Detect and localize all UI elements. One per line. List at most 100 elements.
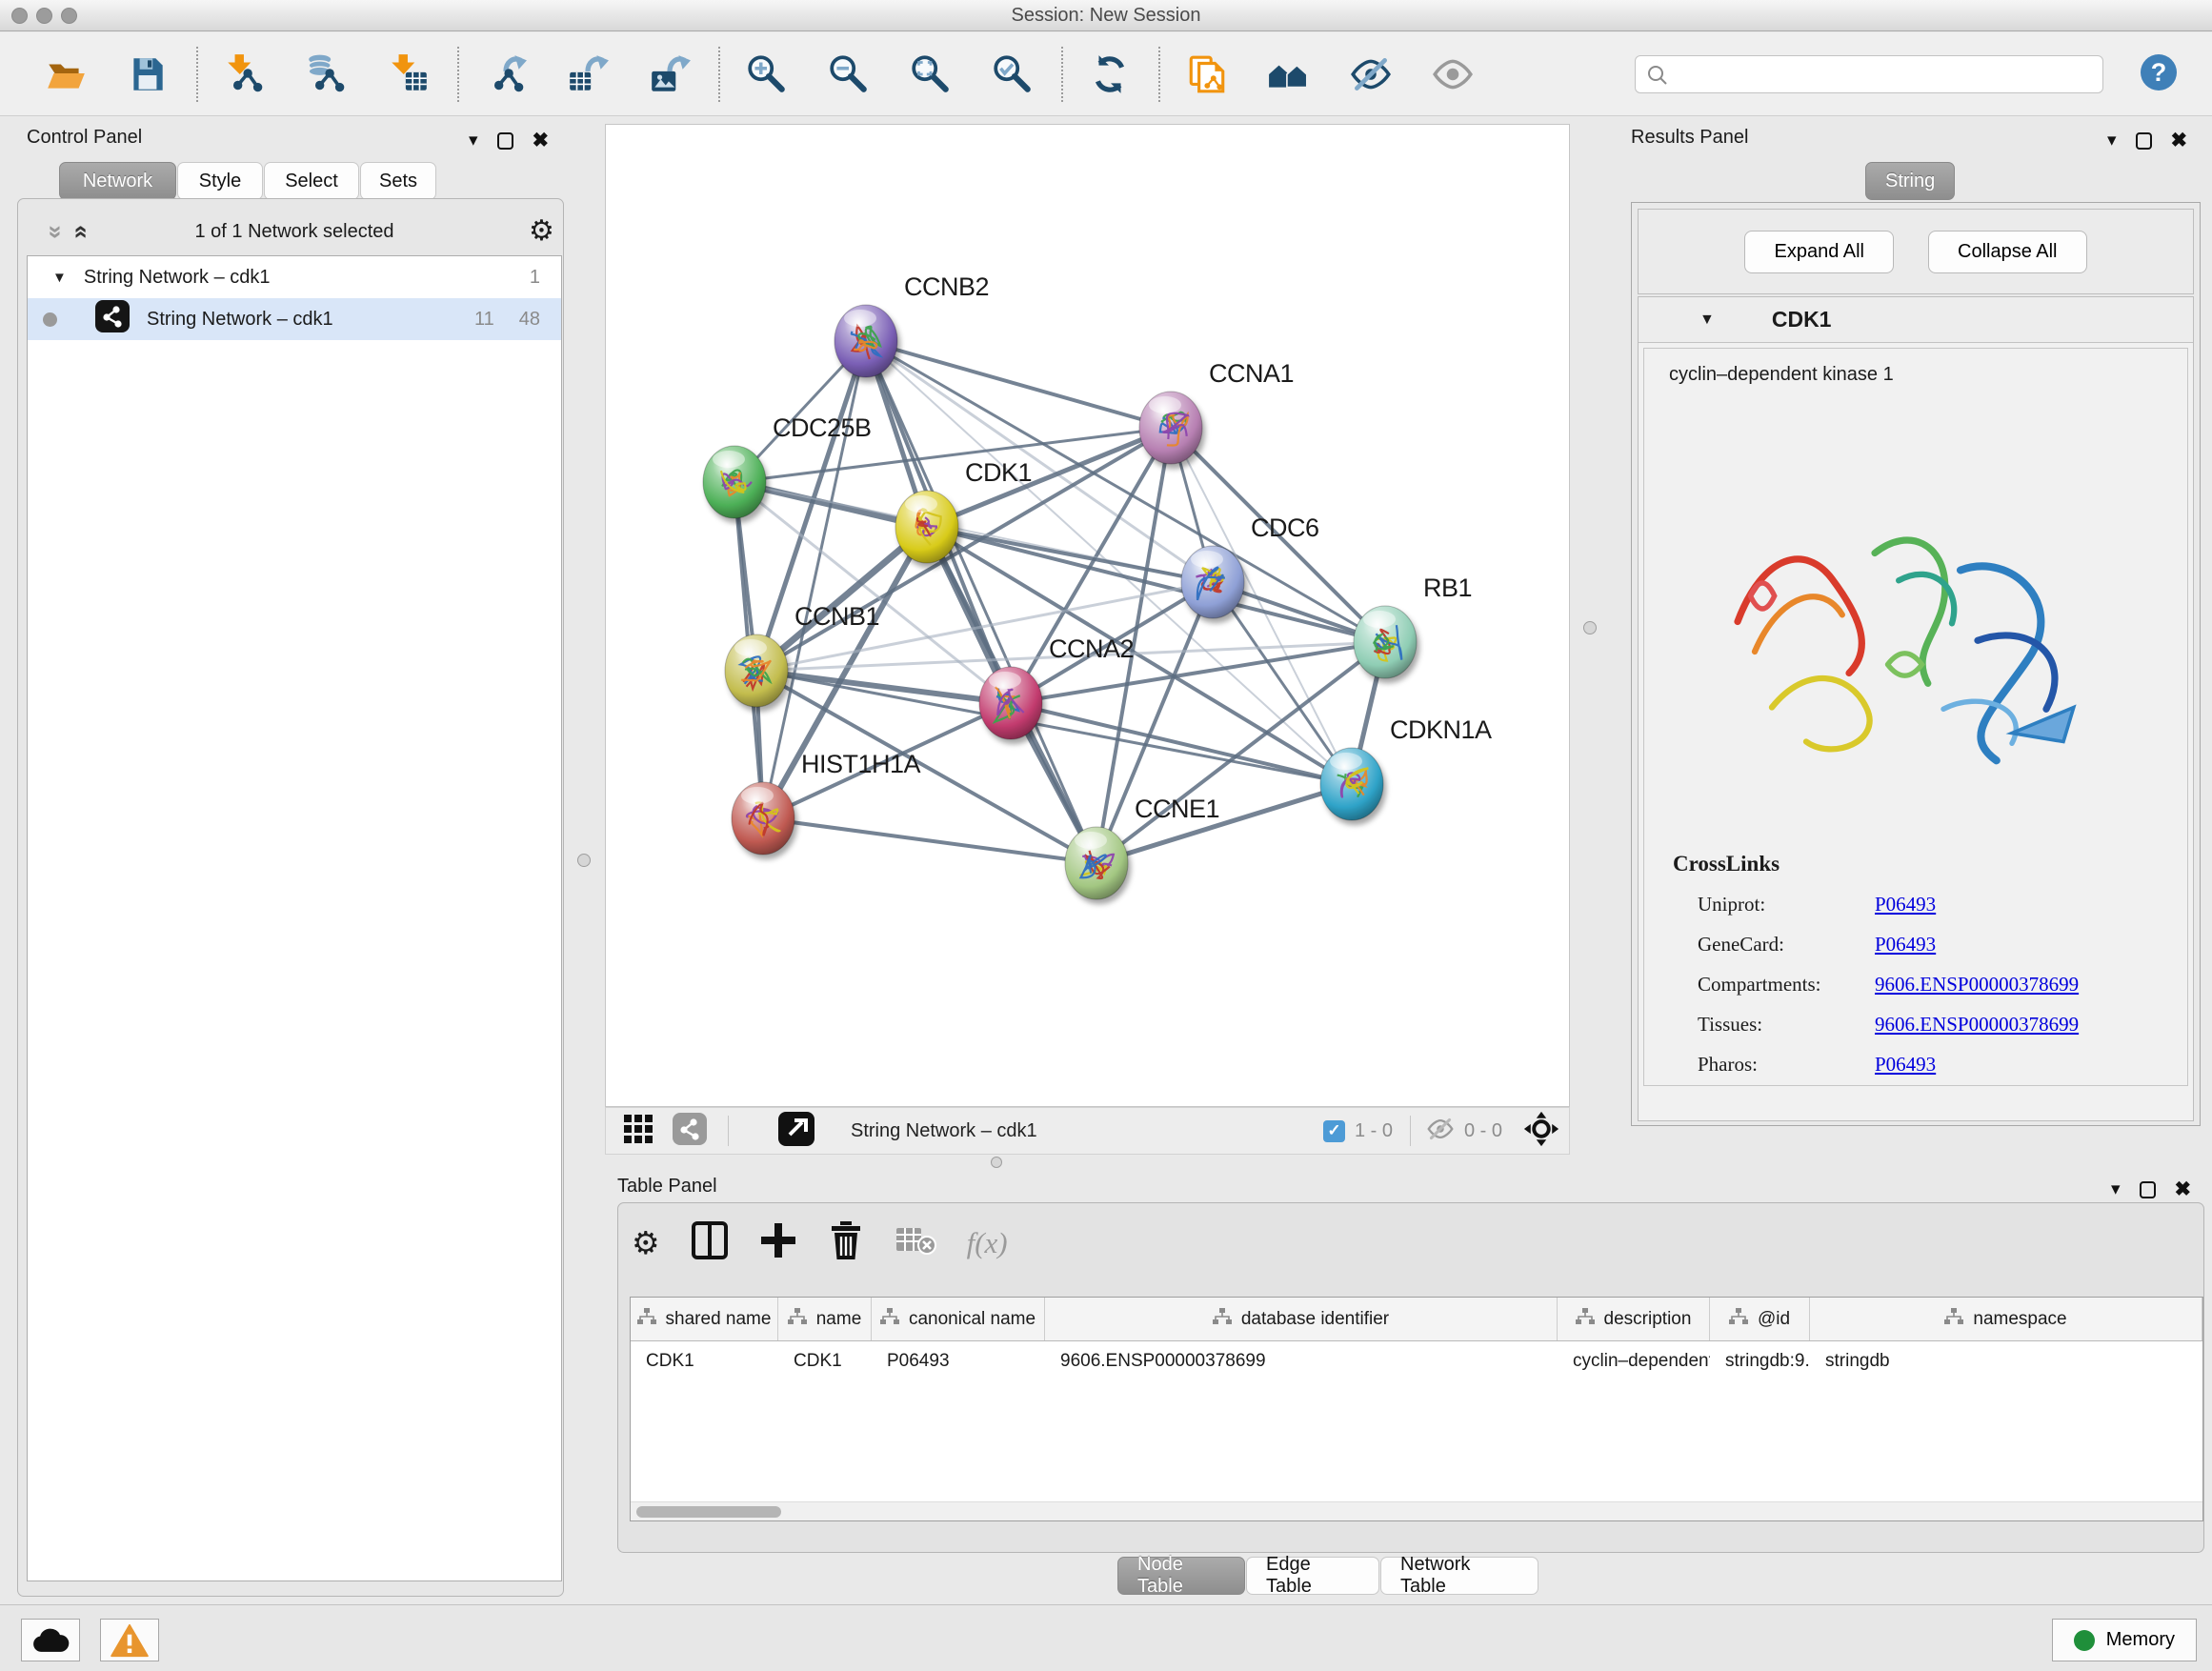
crosslink-label: Tissues: xyxy=(1698,1013,1875,1037)
birds-eye-view-icon[interactable] xyxy=(1523,1111,1559,1152)
maximize-results-icon[interactable] xyxy=(2136,132,2152,150)
help-button[interactable]: ? xyxy=(2138,51,2180,96)
network-options-gear-icon[interactable]: ⚙ xyxy=(529,217,554,246)
table-options-gear-icon[interactable]: ⚙ xyxy=(632,1227,660,1258)
network-row[interactable]: String Network – cdk1 11 48 xyxy=(28,298,561,340)
close-table-icon[interactable]: ✖ xyxy=(2175,1178,2192,1201)
tab-node-table[interactable]: Node Table xyxy=(1117,1557,1245,1595)
column-header--id[interactable]: @id xyxy=(1710,1298,1810,1340)
network-collection-row[interactable]: ▼ String Network – cdk1 1 xyxy=(28,256,561,298)
crosslink-row: Uniprot:P06493 xyxy=(1673,893,2079,916)
tab-sets[interactable]: Sets xyxy=(360,162,436,200)
network-node-CDKN1A[interactable]: CDKN1A xyxy=(1320,715,1492,820)
float-results-icon[interactable]: ▾ xyxy=(2107,130,2117,151)
column-header-database-identifier[interactable]: database identifier xyxy=(1045,1298,1558,1340)
expand-all-button[interactable]: Expand All xyxy=(1744,231,1894,273)
crosslink-link[interactable]: P06493 xyxy=(1875,893,1936,916)
column-header-name[interactable]: name xyxy=(778,1298,872,1340)
scrollbar-thumb[interactable] xyxy=(636,1506,781,1518)
show-columns-icon[interactable] xyxy=(691,1220,729,1265)
network-view-toolbar: String Network – cdk1 ✓ 1 - 0 0 - 0 xyxy=(605,1107,1570,1155)
column-header-canonical-name[interactable]: canonical name xyxy=(872,1298,1045,1340)
show-all-icon xyxy=(1431,52,1475,96)
bottom-splitter-handle[interactable] xyxy=(991,1157,1002,1168)
tab-select[interactable]: Select xyxy=(264,162,359,200)
zoom-out-button[interactable] xyxy=(827,52,871,96)
tab-string[interactable]: String xyxy=(1865,162,1955,200)
export-network-button[interactable] xyxy=(484,52,528,96)
table-cell: CDK1 xyxy=(778,1351,872,1372)
column-header-namespace[interactable]: namespace xyxy=(1810,1298,2202,1340)
network-node-CCNA1[interactable]: CCNA1 xyxy=(1139,359,1294,464)
toolbar-separator xyxy=(457,47,459,102)
string-view-icon[interactable] xyxy=(673,1113,707,1150)
column-header-description[interactable]: description xyxy=(1558,1298,1710,1340)
grid-view-icon[interactable] xyxy=(623,1114,654,1149)
crosslink-link[interactable]: P06493 xyxy=(1875,933,1936,956)
maximize-panel-icon[interactable] xyxy=(497,132,513,150)
delete-table-icon[interactable] xyxy=(895,1224,936,1261)
home-button[interactable] xyxy=(1267,52,1311,96)
network-edge xyxy=(866,341,1096,863)
selected-checkbox[interactable]: ✓ xyxy=(1323,1120,1345,1142)
table-panel-body: ⚙ f(x) shared namenamecanonical namedata… xyxy=(617,1202,2204,1553)
edge-count: 48 xyxy=(519,309,540,331)
float-panel-icon[interactable]: ▾ xyxy=(469,130,478,151)
network-canvas[interactable]: CCNB2CCNA1CDC25BCDK1CDC6RB1CCNB1CCNA2CDK… xyxy=(605,124,1570,1107)
collection-expander-icon[interactable]: ▼ xyxy=(52,270,67,286)
network-node-CCNB2[interactable]: CCNB2 xyxy=(835,272,989,377)
warning-button[interactable] xyxy=(100,1619,159,1661)
apply-layout-button[interactable] xyxy=(1088,52,1132,96)
add-column-icon[interactable] xyxy=(759,1221,797,1264)
network-view-tools-button[interactable] xyxy=(1185,52,1229,96)
memory-button[interactable]: Memory xyxy=(2052,1619,2197,1661)
open-in-new-window-icon[interactable] xyxy=(778,1112,814,1151)
open-session-button[interactable] xyxy=(44,52,88,96)
expand-all-networks-icon[interactable]: « xyxy=(39,225,69,238)
node-count: 11 xyxy=(474,309,494,331)
cloud-button[interactable] xyxy=(21,1619,80,1661)
crosslink-link[interactable]: 9606.ENSP00000378699 xyxy=(1875,1013,2079,1037)
network-tree: ▼ String Network – cdk1 1 String Network… xyxy=(27,255,562,1581)
export-image-icon xyxy=(648,52,692,96)
zoom-in-button[interactable] xyxy=(745,52,789,96)
float-table-icon[interactable]: ▾ xyxy=(2111,1178,2121,1200)
table-cell: 9606.ENSP00000378699 xyxy=(1045,1351,1558,1372)
zoom-selected-button[interactable] xyxy=(991,52,1035,96)
show-all-button[interactable] xyxy=(1431,52,1475,96)
export-table-button[interactable] xyxy=(566,52,610,96)
collapse-all-button[interactable]: Collapse All xyxy=(1928,231,2087,273)
network-node-CDC25B[interactable]: CDC25B xyxy=(703,413,872,518)
left-splitter-handle[interactable] xyxy=(577,854,591,867)
import-network-database-button[interactable] xyxy=(305,52,349,96)
network-node-CDC6[interactable]: CDC6 xyxy=(1181,513,1319,618)
zoom-fit-content-button[interactable] xyxy=(909,52,953,96)
import-network-file-button[interactable] xyxy=(223,52,267,96)
table-row[interactable]: CDK1CDK1P064939606.ENSP00000378699cyclin… xyxy=(631,1341,2202,1381)
collapse-all-networks-icon[interactable]: « xyxy=(68,225,97,238)
export-image-button[interactable] xyxy=(648,52,692,96)
close-panel-icon[interactable]: ✖ xyxy=(533,129,550,152)
delete-column-icon[interactable] xyxy=(828,1220,864,1265)
hide-selected-button[interactable] xyxy=(1349,52,1393,96)
right-splitter-handle[interactable] xyxy=(1583,621,1597,634)
save-session-button[interactable] xyxy=(126,52,170,96)
tab-network-table[interactable]: Network Table xyxy=(1380,1557,1538,1595)
tab-style[interactable]: Style xyxy=(177,162,263,200)
tab-edge-table[interactable]: Edge Table xyxy=(1246,1557,1379,1595)
network-node-RB1[interactable]: RB1 xyxy=(1354,574,1472,678)
maximize-table-icon[interactable] xyxy=(2140,1181,2156,1198)
warning-icon xyxy=(111,1623,149,1658)
entry-expander-icon[interactable]: ▼ xyxy=(1699,312,1715,329)
node-label: CDKN1A xyxy=(1390,715,1492,744)
function-builder-icon[interactable]: f(x) xyxy=(967,1226,1008,1260)
column-header-shared-name[interactable]: shared name xyxy=(631,1298,778,1340)
crosslink-link[interactable]: 9606.ENSP00000378699 xyxy=(1875,973,2079,997)
import-table-file-button[interactable] xyxy=(387,52,431,96)
close-results-icon[interactable]: ✖ xyxy=(2171,129,2188,152)
search-input[interactable] xyxy=(1635,55,2103,93)
tab-network[interactable]: Network xyxy=(59,162,176,200)
crosslink-link[interactable]: P06493 xyxy=(1875,1053,1936,1077)
shared-column-icon xyxy=(1213,1308,1232,1331)
protein-entry-header[interactable]: ▼ CDK1 xyxy=(1639,297,2193,343)
